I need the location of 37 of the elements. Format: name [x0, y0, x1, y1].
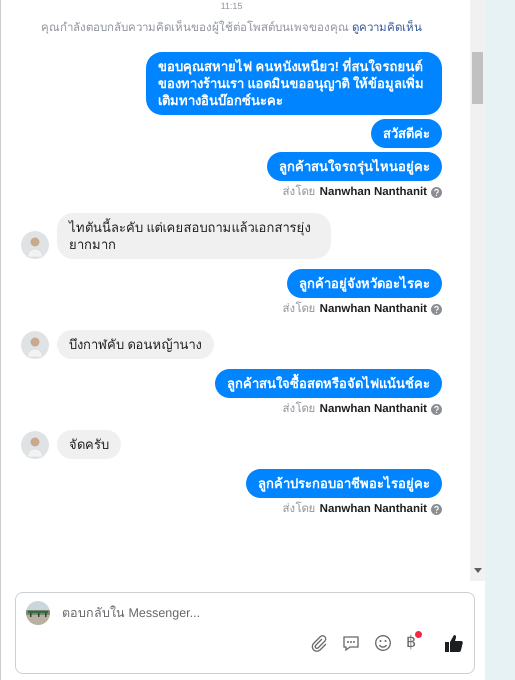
received-message: จัดครับ: [57, 430, 121, 459]
notice-text: คุณกำลังตอบกลับความคิดเห็นของผู้ใช้ต่อโพสต์บนเพจของคุณ ดูความคิดเห็น: [21, 20, 442, 36]
scrollbar-thumb[interactable]: [472, 52, 483, 104]
sent-by-label: ส่งโดย: [282, 185, 316, 199]
sent-message: ลูกค้าอยู่จังหวัดอะไรคะ: [287, 269, 442, 298]
help-icon[interactable]: [431, 504, 442, 514]
sender-name: Nanwhan Nanthanit: [320, 502, 427, 516]
avatar-icon: [21, 331, 49, 359]
sent-message: สวัสดีค่ะ: [371, 119, 442, 148]
reply-placeholder: ตอบกลับใน Messenger...: [62, 604, 200, 622]
smiley-icon[interactable]: [374, 634, 392, 652]
sender-name: Nanwhan Nanthanit: [320, 302, 427, 316]
paperclip-icon[interactable]: [310, 634, 328, 652]
avatar-icon: [21, 231, 49, 259]
received-message: ไทตันนี้ละคับ แต่เคยสอบถามแล้วเอกสารยุ่งยากมาก: [57, 213, 331, 259]
help-icon[interactable]: [431, 404, 442, 414]
scroll-down-arrow-icon[interactable]: [474, 568, 482, 573]
sent-message: ลูกค้าสนใจรถรุ่นไหนอยู่คะ: [267, 152, 442, 181]
scrollbar[interactable]: [470, 0, 485, 581]
view-comment-link[interactable]: ดูความคิดเห็น: [352, 22, 422, 34]
sent-by-label: ส่งโดย: [282, 402, 316, 416]
sender-name: Nanwhan Nanthanit: [320, 185, 427, 199]
reply-field[interactable]: ตอบกลับใน Messenger... ฿: [15, 592, 475, 674]
sent-by-label: ส่งโดย: [282, 502, 316, 516]
sent-message: ลูกค้าสนใจซื้อสดหรือจัดไฟแน้นช์คะ: [215, 369, 442, 398]
received-message: บึงกาฬคับ ดอนหญ้านาง: [57, 330, 214, 359]
sent-message: ลูกค้าประกอบอาชีพอะไรอยู่คะ: [246, 469, 442, 498]
currency-button[interactable]: ฿: [406, 634, 416, 652]
sent-message: ขอบคุณสหายไฟ คนหนังเหนียว! ที่สนใจรถยนต์ของทางร้านเรา แอดมินขออนุญาติ ให้ข้อมูลเพิ่มเติมทางอินบ๊อกซ์นะคะ: [146, 52, 442, 115]
help-icon[interactable]: [431, 186, 442, 198]
help-icon[interactable]: [431, 304, 442, 314]
avatar-icon: [21, 431, 49, 459]
sender-name: Nanwhan Nanthanit: [320, 402, 427, 416]
timestamp: 11:15: [220, 1, 242, 12]
sent-by-label: ส่งโดย: [282, 302, 316, 316]
chat-bubble-icon[interactable]: [342, 634, 360, 652]
thumbs-up-icon[interactable]: [444, 633, 464, 653]
